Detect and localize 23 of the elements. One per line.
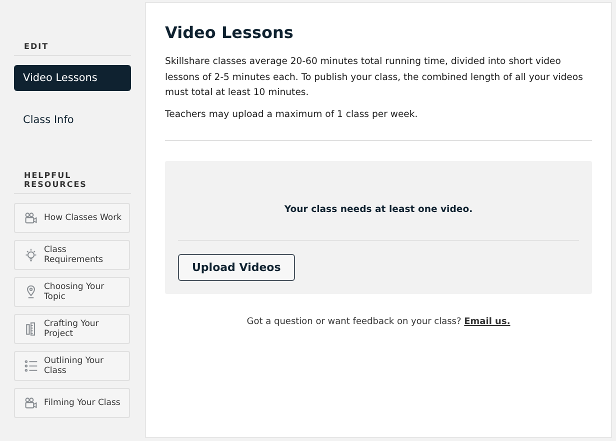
map-pin-icon: [24, 285, 38, 299]
camera-icon: [24, 211, 38, 225]
feedback-text: Got a question or want feedback on your class? Email us.: [246, 317, 512, 327]
description-text: Teachers may upload a maximum of 1 class per week.: [165, 108, 419, 122]
nav-item[interactable]: Class Info: [14, 107, 131, 133]
resource-link[interactable]: Class Requirements: [14, 240, 130, 270]
resource-link[interactable]: How Classes Work: [14, 203, 130, 233]
empty-message: Your class needs at least one video.: [283, 203, 474, 217]
section-heading: EDIT: [14, 42, 131, 56]
resource-link[interactable]: Crafting Your Project: [14, 314, 130, 344]
list-icon: [24, 359, 38, 373]
section-heading: HELPFUL RESOURCES: [14, 171, 131, 194]
lightbulb-icon: [24, 248, 38, 262]
resource-link[interactable]: Outlining Your Class: [14, 351, 130, 381]
upload-button[interactable]: Upload Videos: [178, 254, 295, 281]
nav-item[interactable]: Video Lessons: [14, 65, 131, 91]
page-title: Video Lessons: [165, 23, 294, 42]
resource-link[interactable]: Filming Your Class: [14, 388, 130, 418]
email-link[interactable]: Email us.: [464, 317, 510, 327]
resource-link[interactable]: Choosing Your Topic: [14, 277, 130, 307]
description-text: Skillshare classes average 20-60 minutes total running time, divided into short video lessons of 2-5 minutes each. To publish your class, the combined length of all your videos must total at least 10 minutes.: [165, 55, 584, 100]
ruler-pencil-icon: [24, 322, 38, 336]
camera-icon: [24, 396, 38, 410]
